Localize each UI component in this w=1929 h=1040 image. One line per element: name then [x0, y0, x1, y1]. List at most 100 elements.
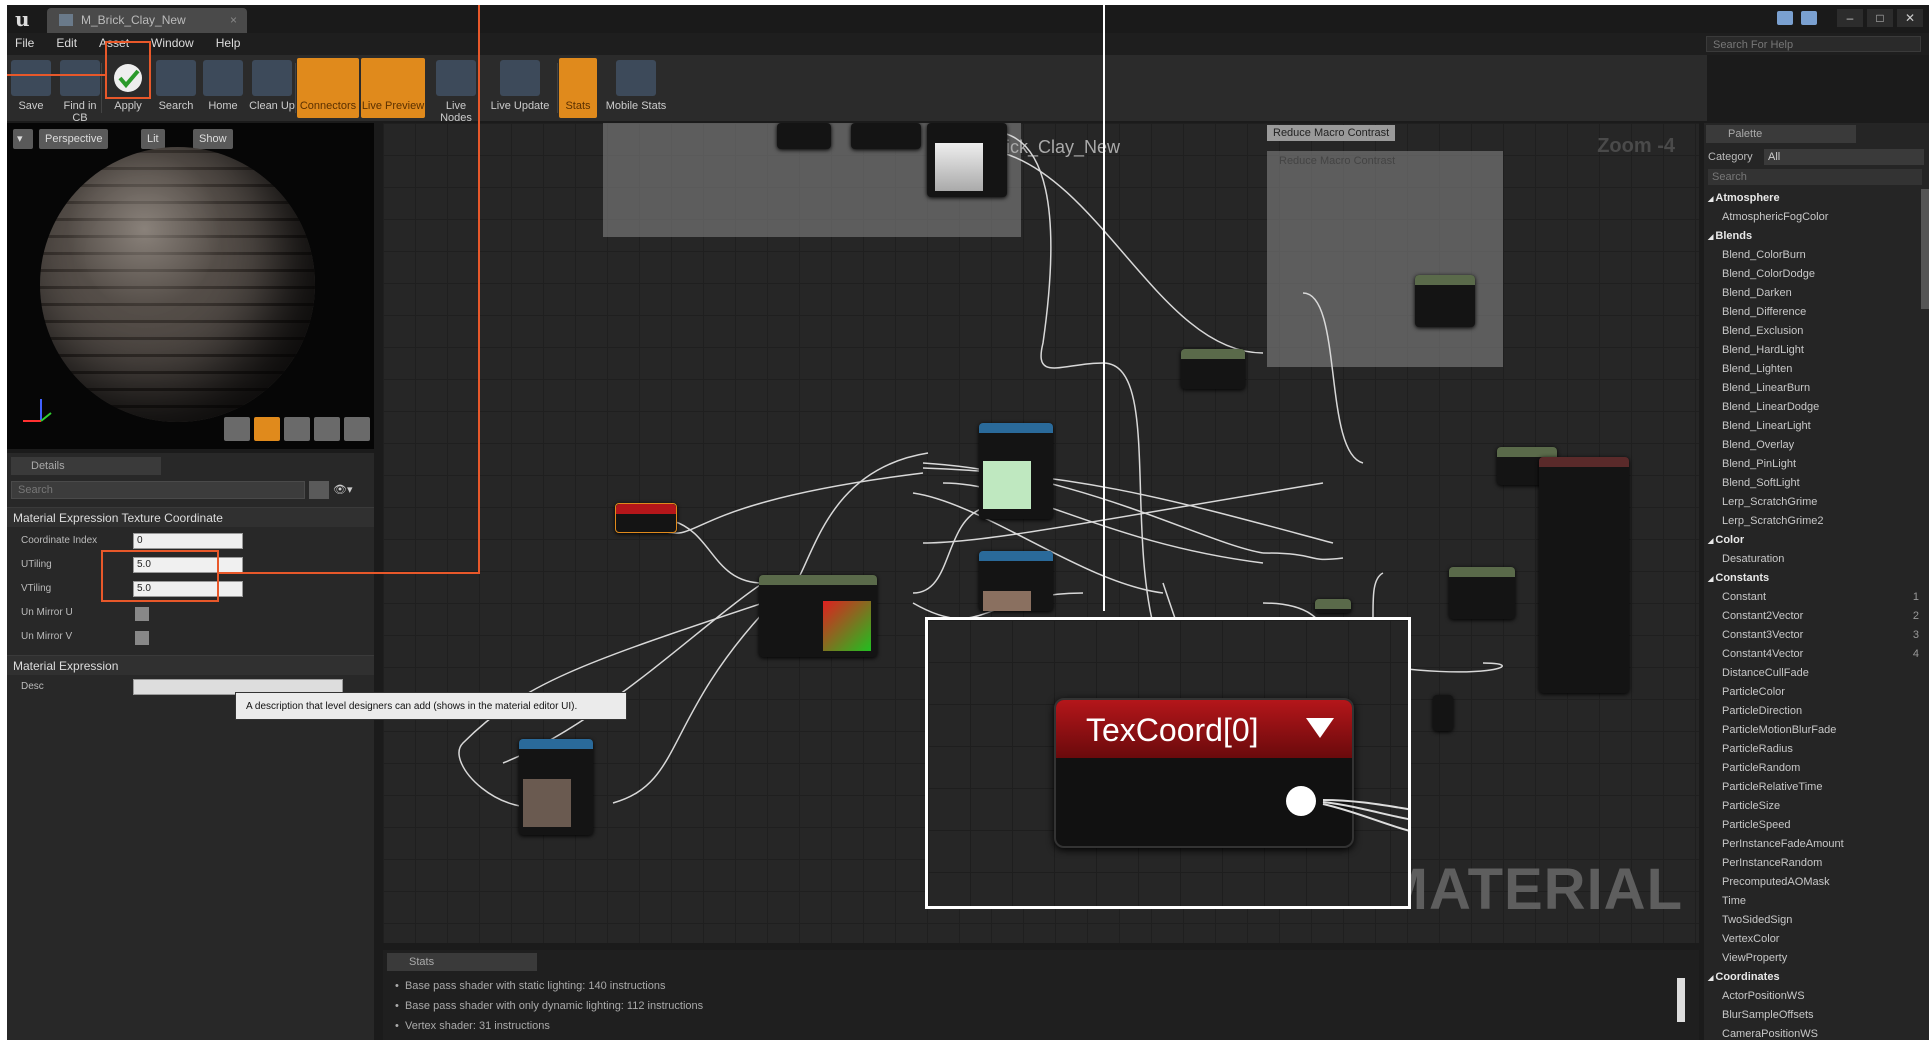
notification-icon[interactable] — [1777, 11, 1793, 25]
palette-item[interactable]: ParticleColor — [1704, 683, 1929, 702]
palette-item[interactable]: ParticleSize — [1704, 797, 1929, 816]
palette-item[interactable]: AtmosphericFogColor — [1704, 208, 1929, 227]
texture-sample-node[interactable] — [927, 123, 1007, 197]
details-search-input[interactable]: Search — [11, 481, 305, 499]
lerp-node[interactable] — [1415, 275, 1475, 327]
palette-item[interactable]: Blend_ColorBurn — [1704, 246, 1929, 265]
palette-search-input[interactable]: Search — [1708, 169, 1922, 185]
palette-item[interactable]: Constant2Vector 2 — [1704, 607, 1929, 626]
palette-item[interactable]: ViewProperty — [1704, 949, 1929, 968]
palette-item[interactable]: BlurSampleOffsets — [1704, 1006, 1929, 1025]
palette-category[interactable]: ◢ Constants — [1704, 569, 1929, 588]
palette-item[interactable]: Blend_PinLight — [1704, 455, 1929, 474]
palette-scrollbar[interactable] — [1921, 189, 1929, 309]
palette-item[interactable]: Blend_SoftLight — [1704, 474, 1929, 493]
sphere-preview-icon[interactable] — [254, 417, 280, 441]
mesh-preview-icon[interactable] — [344, 417, 370, 441]
preview-viewport[interactable]: ▾ Perspective Lit Show — [7, 123, 374, 449]
home-button[interactable]: Home — [203, 58, 243, 118]
minimize-icon[interactable]: – — [1837, 9, 1863, 27]
graph-node[interactable] — [777, 123, 831, 149]
find-in-cb-button[interactable]: Find in CB — [57, 58, 103, 124]
menu-help[interactable]: Help — [216, 36, 241, 50]
help-search-input[interactable]: Search For Help — [1706, 36, 1921, 52]
palette-item[interactable]: PerInstanceFadeAmount — [1704, 835, 1929, 854]
coordinate-index-field[interactable]: 0 — [133, 533, 243, 549]
palette-item[interactable]: PerInstanceRandom — [1704, 854, 1929, 873]
show-button[interactable]: Show — [193, 129, 233, 149]
palette-item[interactable]: Desaturation — [1704, 550, 1929, 569]
palette-item[interactable]: Blend_Difference — [1704, 303, 1929, 322]
save-button[interactable]: Save — [9, 58, 53, 118]
viewport-options-button[interactable]: ▾ — [13, 129, 33, 149]
palette-item[interactable]: ParticleRelativeTime — [1704, 778, 1929, 797]
texture-sample-node[interactable] — [519, 739, 593, 835]
menu-window[interactable]: Window — [151, 36, 194, 50]
palette-item[interactable]: TwoSidedSign — [1704, 911, 1929, 930]
palette-item[interactable]: Blend_LinearBurn — [1704, 379, 1929, 398]
grid-view-icon[interactable] — [309, 481, 329, 499]
multiply-node[interactable] — [1181, 349, 1245, 389]
material-result-node[interactable] — [1539, 457, 1629, 693]
section-texture-coordinate[interactable]: Material Expression Texture Coordinate — [7, 507, 374, 527]
texcoord-node-small[interactable] — [615, 503, 677, 533]
palette-item[interactable]: Blend_Exclusion — [1704, 322, 1929, 341]
palette-item[interactable]: Constant4Vector 4 — [1704, 645, 1929, 664]
palette-item[interactable]: Blend_Darken — [1704, 284, 1929, 303]
bump-offset-node[interactable] — [759, 575, 877, 657]
lit-button[interactable]: Lit — [141, 129, 165, 149]
palette-item[interactable]: CameraPositionWS — [1704, 1025, 1929, 1040]
palette-item[interactable]: Blend_HardLight — [1704, 341, 1929, 360]
live-preview-button[interactable]: Live Preview — [361, 58, 425, 118]
eye-visibility-icon[interactable]: 👁▾ — [333, 483, 353, 496]
close-tab-icon[interactable]: × — [230, 8, 237, 33]
stats-scrollbar[interactable] — [1677, 978, 1685, 1022]
palette-tab[interactable]: Palette — [1706, 125, 1856, 143]
palette-item[interactable]: ParticleMotionBlurFade — [1704, 721, 1929, 740]
lerp-node[interactable] — [1449, 567, 1515, 619]
search-button[interactable]: Search — [153, 58, 199, 118]
un-mirror-u-checkbox[interactable] — [135, 607, 149, 621]
palette-category[interactable]: ◢ Atmosphere — [1704, 189, 1929, 208]
graph-node[interactable] — [1315, 599, 1351, 613]
menu-edit[interactable]: Edit — [56, 36, 77, 50]
palette-item[interactable]: Constant 1 — [1704, 588, 1929, 607]
palette-item[interactable]: DistanceCullFade — [1704, 664, 1929, 683]
menu-file[interactable]: File — [15, 36, 34, 50]
section-material-expression[interactable]: Material Expression — [7, 655, 374, 675]
maximize-icon[interactable]: □ — [1867, 9, 1893, 27]
palette-category[interactable]: ◢ Blends — [1704, 227, 1929, 246]
palette-item[interactable]: Lerp_ScratchGrime2 — [1704, 512, 1929, 531]
texture-sample-node[interactable] — [979, 423, 1053, 519]
palette-item[interactable]: PrecomputedAOMask — [1704, 873, 1929, 892]
cylinder-preview-icon[interactable] — [224, 417, 250, 441]
palette-item[interactable]: Time — [1704, 892, 1929, 911]
palette-item[interactable]: ActorPositionWS — [1704, 987, 1929, 1006]
palette-item[interactable]: Constant3Vector 3 — [1704, 626, 1929, 645]
palette-item[interactable]: Blend_LinearLight — [1704, 417, 1929, 436]
close-window-icon[interactable]: ✕ — [1897, 9, 1923, 27]
palette-category[interactable]: ◢ Color — [1704, 531, 1929, 550]
plane-preview-icon[interactable] — [284, 417, 310, 441]
graph-node[interactable] — [851, 123, 921, 149]
palette-item[interactable]: ParticleSpeed — [1704, 816, 1929, 835]
mobile-stats-button[interactable]: Mobile Stats — [601, 58, 671, 118]
clean-up-button[interactable]: Clean Up — [247, 58, 297, 118]
palette-item[interactable]: VertexColor — [1704, 930, 1929, 949]
cube-preview-icon[interactable] — [314, 417, 340, 441]
palette-item[interactable]: ParticleDirection — [1704, 702, 1929, 721]
document-tab[interactable]: M_Brick_Clay_New × — [47, 8, 247, 33]
palette-item[interactable]: Blend_Lighten — [1704, 360, 1929, 379]
perspective-button[interactable]: Perspective — [39, 129, 109, 149]
palette-item[interactable]: ParticleRandom — [1704, 759, 1929, 778]
category-dropdown[interactable]: All — [1764, 149, 1924, 165]
details-tab[interactable]: Details — [11, 457, 161, 475]
palette-item[interactable]: Blend_LinearDodge — [1704, 398, 1929, 417]
graph-node[interactable] — [1433, 695, 1453, 731]
stats-button[interactable]: Stats — [559, 58, 597, 118]
un-mirror-v-checkbox[interactable] — [135, 631, 149, 645]
texture-sample-node[interactable] — [979, 551, 1053, 611]
stats-tab[interactable]: Stats — [387, 953, 537, 971]
palette-item[interactable]: Blend_Overlay — [1704, 436, 1929, 455]
palette-category[interactable]: ◢ Coordinates — [1704, 968, 1929, 987]
